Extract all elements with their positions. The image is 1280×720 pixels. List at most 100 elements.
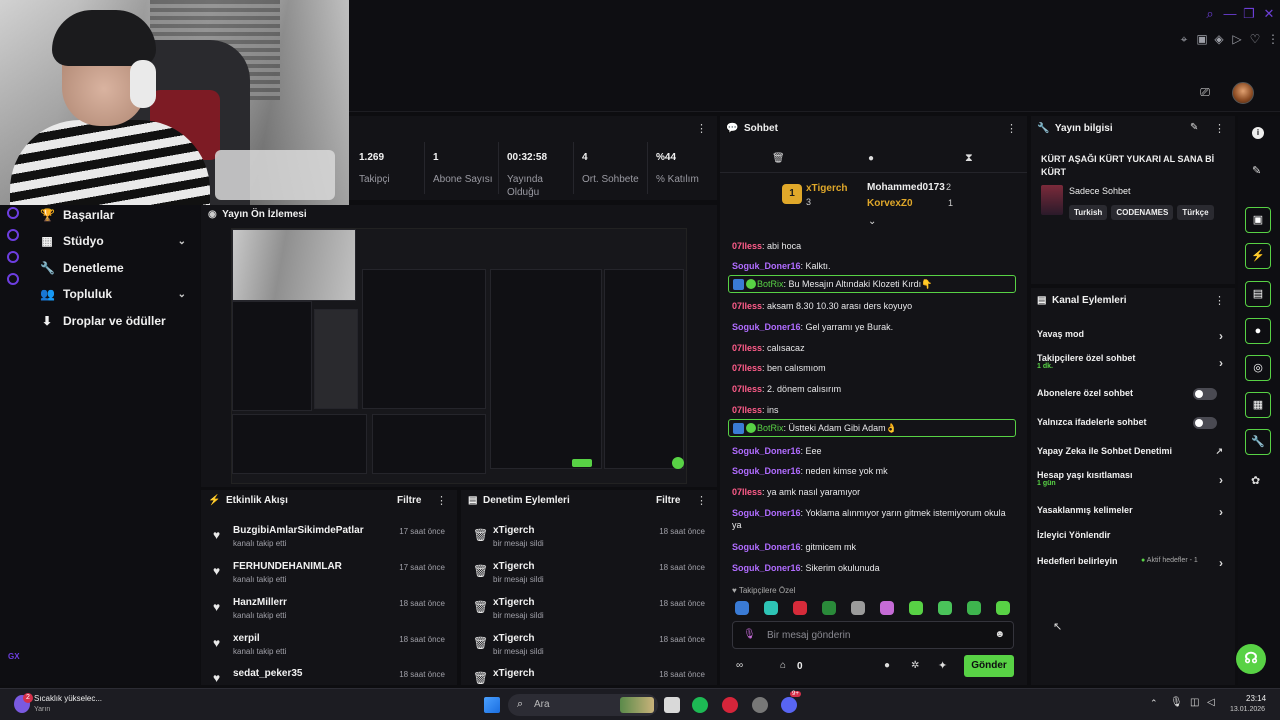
emoji-icon[interactable]: ☻ (994, 629, 1005, 640)
slow-mode-item[interactable]: Yavaş mod › (1037, 329, 1227, 343)
chat-message[interactable]: Soguk_Doner16: Eee (732, 445, 1017, 457)
followers-only-item[interactable]: Takipçilere özel sohbet 1 dk. › (1037, 353, 1227, 370)
sidebar-item-studio[interactable]: ▦ Stüdyo ⌄ (40, 231, 190, 251)
list-item[interactable]: 🗑 xTigerch 18 saat önce (461, 668, 717, 685)
chat-message[interactable]: Soguk_Doner16: Kalktı. (732, 260, 1017, 272)
subscribers-only-item[interactable]: Abonelere özel sohbet (1037, 388, 1227, 400)
chat-username[interactable]: 07lless (732, 405, 762, 415)
sparkle-icon[interactable]: ✦ (938, 659, 947, 672)
chat-message[interactable]: Soguk_Doner16: Yoklama alınmıyor yarın g… (732, 507, 1017, 531)
task-view-icon[interactable] (664, 697, 680, 713)
more-icon[interactable]: ⋮ (1265, 31, 1280, 47)
clock-time[interactable]: 23:14 (1246, 694, 1266, 703)
chat-username[interactable]: BotRix (757, 279, 784, 289)
banned-words-item[interactable]: Yasaklanmış kelimeler › (1037, 505, 1227, 519)
chat-username[interactable]: Soguk_Doner16 (732, 508, 801, 518)
chat-message[interactable]: 07lless: abi hoca (732, 240, 1017, 252)
goals-item[interactable]: Hedefleri belirleyin ● Aktif hedefler - … (1037, 556, 1227, 570)
list-item[interactable]: ♥ HanzMillerr kanalı takip etti 18 saat … (201, 597, 457, 631)
more-icon[interactable]: ⋮ (436, 494, 447, 507)
list-item[interactable]: 🗑 xTigerch bir mesajı sildi 18 saat önce (461, 633, 717, 667)
bolt-icon[interactable]: ⚡ (1245, 243, 1271, 269)
stream-preview-video[interactable] (231, 228, 687, 484)
tag[interactable]: CODENAMES (1111, 205, 1174, 220)
chat-message[interactable]: 07lless: 2. dönem calısırım (732, 383, 1017, 395)
maximize-icon[interactable]: ❐ (1241, 6, 1257, 22)
rail-settings-icon[interactable] (7, 273, 19, 285)
more-icon[interactable]: ⋮ (696, 494, 707, 507)
chat-username[interactable]: Soguk_Doner16 (732, 446, 801, 456)
emote[interactable] (938, 601, 952, 615)
emote[interactable] (967, 601, 981, 615)
emotes-only-toggle[interactable] (1193, 417, 1217, 429)
network-icon[interactable]: ◫ (1190, 697, 1199, 708)
chat-message[interactable]: Soguk_Doner16: neden kimse yok mk (732, 465, 1017, 477)
emote[interactable] (822, 601, 836, 615)
store-icon[interactable]: ⌂ (780, 660, 786, 671)
moderation-filter-button[interactable]: Filtre (656, 495, 680, 506)
emote[interactable] (764, 601, 778, 615)
tag[interactable]: Türkçe (1177, 205, 1214, 220)
chat-input[interactable]: 🎙 Bir mesaj gönderin ☻ (732, 621, 1014, 649)
send-button[interactable]: Gönder (964, 655, 1014, 677)
emote[interactable] (735, 601, 749, 615)
chat-username[interactable]: Soguk_Doner16 (732, 466, 801, 476)
bot-chat-message[interactable]: BotRix: Bu Mesajın Altındaki Klozeti Kır… (728, 275, 1016, 293)
chat-username[interactable]: 07lless (732, 363, 762, 373)
chat-username[interactable]: Soguk_Doner16 (732, 322, 801, 332)
mic-icon[interactable]: 🎙 (1170, 697, 1183, 708)
chat-username[interactable]: Soguk_Doner16 (732, 563, 801, 573)
start-icon[interactable] (484, 697, 500, 713)
tag[interactable]: Turkish (1069, 205, 1108, 220)
rail-home-icon[interactable] (7, 207, 19, 219)
more-icon[interactable]: ⋮ (1006, 122, 1017, 135)
list-item[interactable]: ♥ xerpil kanalı takip etti 18 saat önce (201, 633, 457, 667)
volume-icon[interactable]: ◁ (1207, 697, 1215, 708)
shield-icon[interactable]: ◈ (1211, 31, 1227, 47)
chat-username[interactable]: Soguk_Doner16 (732, 542, 801, 552)
chat-message[interactable]: 07lless: ins (732, 404, 1017, 416)
chat-message[interactable]: 07lless: ya amk nasıl yaramıyor (732, 486, 1017, 498)
sidebar-item-drops[interactable]: ⬇ Droplar ve ödüller (40, 311, 190, 331)
emote[interactable] (909, 601, 923, 615)
close-icon[interactable]: ✕ (1261, 6, 1277, 22)
search-icon[interactable]: ⌕ (1202, 6, 1218, 22)
chat-message[interactable]: 07lless: calısacaz (732, 342, 1017, 354)
help-button[interactable]: ☊ (1236, 644, 1266, 674)
more-icon[interactable]: ⋮ (696, 122, 707, 135)
emote[interactable] (851, 601, 865, 615)
list-item[interactable]: ♥ FERHUNDEHANIMLAR kanalı takip etti 17 … (201, 561, 457, 595)
gift-icon[interactable]: ∞ (736, 660, 743, 671)
chat-username[interactable]: 07lless (732, 487, 762, 497)
gear-icon[interactable]: ✲ (911, 660, 919, 671)
puzzle-icon[interactable]: ✿ (1251, 474, 1260, 487)
spotify-icon[interactable] (692, 697, 708, 713)
discord-icon[interactable] (781, 697, 797, 713)
chat-username[interactable]: Soguk_Doner16 (732, 261, 801, 271)
chat-message[interactable]: 07lless: ben calısmıom (732, 362, 1017, 374)
emote[interactable] (996, 601, 1010, 615)
camera-icon[interactable]: ▣ (1245, 207, 1271, 233)
minimize-icon[interactable]: — (1222, 6, 1238, 22)
controller-icon[interactable]: ⎚ (1197, 84, 1213, 100)
ai-moderation-item[interactable]: Yapay Zeka ile Sohbet Denetimi ↗ (1037, 446, 1227, 456)
list-item[interactable]: ♥ BuzgibiAmlarSikimdePatlar kanalı takip… (201, 525, 457, 559)
chat-bubble-icon[interactable]: ● (1245, 318, 1271, 344)
rail-chat-icon[interactable] (7, 251, 19, 263)
avatar[interactable] (1232, 82, 1254, 104)
emotes-only-item[interactable]: Yalnızca ifadelerle sohbet (1037, 417, 1227, 429)
bot-chat-message[interactable]: BotRix: Üstteki Adam Gibi Adam👌 (728, 419, 1016, 437)
clock-date[interactable]: 13.01.2026 (1230, 706, 1265, 713)
sidebar-item-community[interactable]: 👥 Topluluk ⌄ (40, 284, 190, 304)
chat-username[interactable]: 07lless (732, 384, 762, 394)
raid-item[interactable]: İzleyici Yönlendir (1037, 530, 1227, 540)
edit-icon[interactable]: ✎ (1190, 122, 1198, 133)
emote[interactable] (880, 601, 894, 615)
layout-icon[interactable]: ▦ (1245, 392, 1271, 418)
wrench-icon[interactable]: 🔧 (1245, 429, 1271, 455)
mic-icon[interactable]: 🎙 (743, 629, 756, 640)
activity-filter-button[interactable]: Filtre (397, 495, 421, 506)
chat-bubble-icon[interactable]: ● (884, 660, 890, 671)
chat-username[interactable]: BotRix (757, 423, 784, 433)
steam-icon[interactable] (752, 697, 768, 713)
